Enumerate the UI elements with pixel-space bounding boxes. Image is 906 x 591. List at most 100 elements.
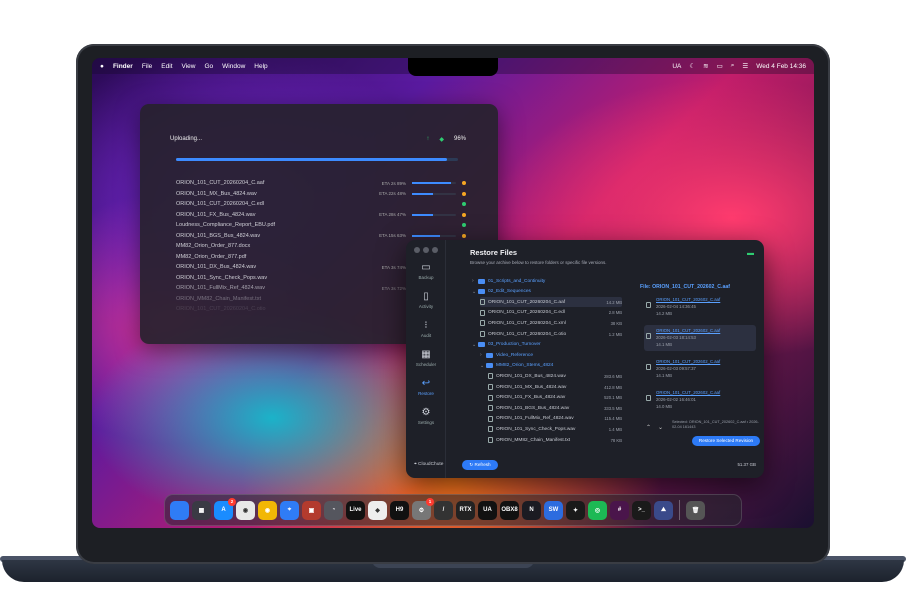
dock-app-icon-glyph: ⌖ — [287, 506, 292, 513]
scroll-up-icon[interactable]: ⌃ — [646, 424, 651, 431]
dock-app-slack[interactable]: # — [610, 500, 629, 520]
upload-status: Uploading... — [170, 136, 203, 142]
control-center-icon[interactable]: ☰ — [742, 62, 748, 70]
dock-app-icon-glyph: RTX — [459, 507, 472, 513]
dock-app-native[interactable]: N — [522, 500, 541, 520]
upload-file-name: ORION_101_FX_Bus_4824.wav — [176, 211, 256, 218]
upload-file-name: ORION_101_CUT_20260204_C.edl — [176, 201, 265, 207]
search-icon[interactable]: ⌕ — [731, 62, 735, 70]
dock-app-icon-glyph: OBX8 — [501, 507, 518, 513]
restore-selected-revision-button[interactable]: Restore Selected Revision — [692, 436, 760, 446]
dock-app-pencil-app[interactable]: / — [434, 500, 453, 520]
menu-item-edit[interactable]: Edit — [161, 63, 172, 70]
upload-file-row: ORION_101_FX_Bus_4824.wav ETA 28s 47% — [176, 210, 466, 220]
upload-percent: 96% — [453, 136, 466, 142]
revision-size: 14.0 MB — [656, 404, 673, 409]
file-icon — [646, 395, 651, 401]
tree-folder[interactable]: ⌄ 03_Production_Turnover — [472, 340, 622, 350]
calendar-icon: ▦ — [421, 349, 431, 360]
dock-app-sw[interactable]: SW — [544, 500, 563, 520]
selected-revision-info: Selected: ORION_101_CUT_202602_C.aaf • 2… — [672, 420, 759, 429]
dock-app-figma[interactable]: ✦ — [566, 500, 585, 520]
tree-file[interactable]: ORION_101_FullMix_Ref_4824.wav 115.4 MB — [488, 414, 622, 424]
upload-file-eta: ETA 22s 48% — [379, 191, 406, 196]
sidebar-item-audit[interactable]: ⁝ Audit — [406, 320, 446, 338]
menu-item-window[interactable]: Window — [222, 63, 245, 70]
menu-item-file[interactable]: File — [142, 63, 152, 70]
tree-file[interactable]: ORION_101_CUT_20260204_C.otio 1.2 MB — [480, 329, 622, 339]
wifi-icon[interactable]: ≋ — [703, 62, 708, 70]
brand-name: CloudChute — [418, 462, 444, 467]
dock-app-pixel-app[interactable]: ◆ — [368, 500, 387, 520]
dock-app-spotify[interactable]: ◎ — [588, 500, 607, 520]
tree-file[interactable]: ORION_101_DX_Bus_4824.wav 283.6 MB — [488, 371, 622, 381]
upload-file-progress — [412, 192, 456, 195]
tree-file[interactable]: ORION_101_Sync_Check_Pops.wav 1.4 MB — [488, 424, 622, 434]
dock-app-settings[interactable]: ⚙ 1 — [412, 497, 434, 520]
tree-file[interactable]: ORION_MM82_Chain_Manifest.txt 78 KB — [488, 435, 622, 445]
folder-icon — [478, 289, 485, 295]
tree-file[interactable]: ORION_101_CUT_20260204_C.aaf 14.2 MB — [480, 297, 622, 308]
dock-app-obs[interactable]: OBX8 — [500, 500, 519, 520]
dock-app-app-store[interactable]: A2 — [214, 497, 236, 520]
dock-app-cloudchute[interactable]: ⛰ — [654, 500, 673, 520]
sidebar-item-settings[interactable]: ⚙ Settings — [406, 407, 446, 425]
upload-file-name: ORION_101_CUT_20260204_C.aaf — [176, 180, 265, 186]
battery-icon[interactable]: ▭ — [717, 62, 723, 70]
tree-label: 01_Scripts_and_Continuity — [488, 278, 546, 284]
tree-folder[interactable]: ⌄ 02_Edit_Sequences — [472, 287, 622, 297]
dock-app-launchpad[interactable]: ▦ — [192, 500, 211, 520]
file-size: 1.4 MB — [608, 426, 622, 432]
scroll-down-icon[interactable]: ⌄ — [658, 424, 663, 431]
revision-item[interactable]: ORION_101_CUT_202602_C.aaf 2026-02-03 18:… — [644, 325, 756, 351]
tree-folder[interactable]: ⌄ MM82_Orion_Stems_4824 — [480, 361, 622, 371]
menu-item-view[interactable]: View — [182, 63, 196, 70]
tree-file[interactable]: ORION_101_CUT_20260204_C.xml 38 KB — [480, 318, 622, 328]
sidebar-item-activity[interactable]: ▯ Activity — [406, 291, 446, 309]
tree-label: ORION_101_BGS_Bus_4824.wav — [496, 405, 570, 411]
revision-item[interactable]: ORION_101_CUT_202602_C.aaf 2026-02-02 16:… — [644, 387, 756, 413]
sidebar-item-label: Audit — [420, 333, 432, 338]
file-icon — [480, 299, 485, 306]
refresh-button[interactable]: ↻ Refresh — [462, 460, 498, 470]
tree-file[interactable]: ORION_101_CUT_20260204_C.edl 2.8 MB — [480, 308, 622, 318]
upload-file-name: ORION_MM82_Chain_Manifest.txt — [176, 295, 261, 302]
dock-app-safari[interactable]: ⌖ — [280, 500, 299, 520]
sidebar-item-backup[interactable]: ▭ Backup — [406, 262, 446, 280]
revision-size: 14.1 MB — [656, 373, 673, 378]
dock-app-terminal[interactable]: >_ — [632, 500, 651, 520]
dock-app-icon-glyph: SW — [548, 507, 559, 513]
tree-folder[interactable]: › 01_Scripts_and_Continuity — [472, 276, 622, 286]
menu-item-finder[interactable]: Finder — [113, 63, 133, 70]
dock-app-ableton-live[interactable]: Live — [346, 500, 365, 520]
refresh-icon: ↻ — [469, 462, 474, 467]
dock-app-ua-connect[interactable]: UA — [478, 500, 497, 520]
tree-file[interactable]: ORION_101_FX_Bus_4824.wav 520.1 MB — [488, 393, 622, 403]
revision-name: ORION_101_CUT_202602_C.aaf — [656, 359, 721, 364]
menu-item-help[interactable]: Help — [254, 63, 267, 70]
menu-clock[interactable]: Wed 4 Feb 14:36 — [756, 63, 806, 70]
dock-app-chrome[interactable]: ◉ — [236, 500, 255, 520]
sidebar-item-scheduler[interactable]: ▦ Scheduler — [406, 349, 446, 367]
upload-file-name: ORION_101_Sync_Check_Pops.wav — [176, 274, 268, 281]
sidebar-item-restore[interactable]: ↩ Restore — [406, 378, 446, 396]
dock-app-chrome-canary[interactable]: ◉ — [258, 500, 277, 520]
input-language-indicator[interactable]: UA — [672, 63, 681, 70]
menu-item-go[interactable]: Go — [204, 63, 213, 70]
revision-item[interactable]: ORION_101_CUT_202602_C.aaf 2026-02-03 09:… — [644, 356, 756, 382]
dock-app-rtx[interactable]: RTX — [456, 500, 475, 520]
dock-app-trash[interactable]: 🗑 — [686, 500, 705, 520]
dock-app-icon-glyph: / — [442, 507, 445, 513]
revision-item[interactable]: ORION_101_CUT_202602_C.aaf 2026-02-04 14:… — [644, 294, 756, 320]
upload-status-dot — [462, 212, 466, 217]
dock-app-h9[interactable]: H9 — [390, 500, 409, 520]
dock-app-media-app[interactable]: ▣ — [302, 500, 321, 520]
tree-file[interactable]: ORION_101_MX_Bus_4824.wav 412.8 MB — [488, 382, 622, 392]
sidebar-item-label: Settings — [417, 420, 435, 425]
apple-menu-icon[interactable]: ● — [100, 63, 104, 70]
moon-icon[interactable]: ☾ — [689, 62, 695, 70]
tree-folder[interactable]: › Video_Reference — [480, 350, 622, 360]
dock-app-finder[interactable] — [170, 500, 189, 520]
tree-file[interactable]: ORION_101_BGS_Bus_4824.wav 333.5 MB — [488, 403, 622, 413]
dock-app-compressor[interactable]: ◔ — [324, 500, 343, 520]
